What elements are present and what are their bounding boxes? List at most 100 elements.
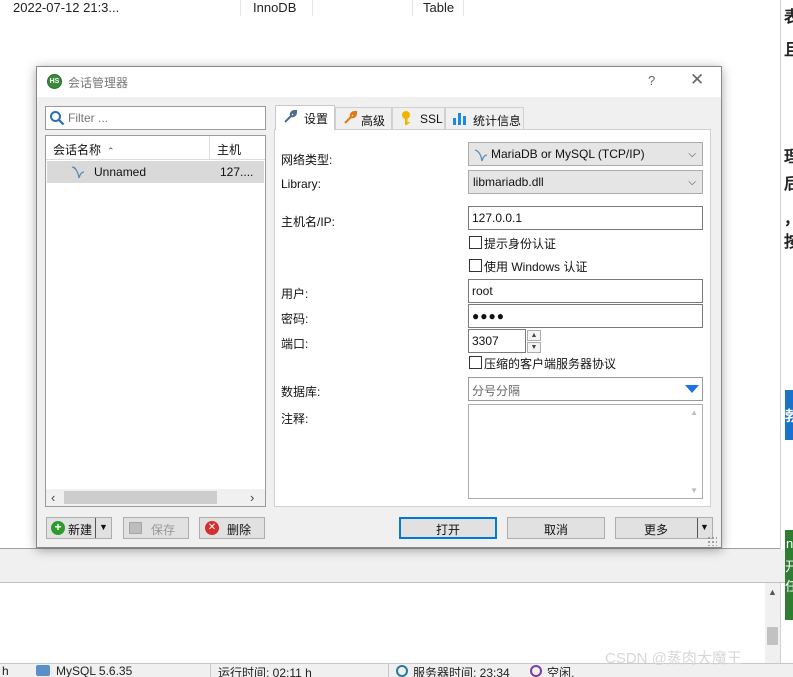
prompt-auth-label[interactable]: 提示身份认证 <box>484 235 556 252</box>
prompt-auth-checkbox[interactable] <box>469 236 482 249</box>
database-placeholder: 分号分隔 <box>472 384 521 398</box>
clock-icon <box>396 665 408 677</box>
horizontal-scrollbar[interactable]: ‹ › <box>46 489 265 506</box>
mariadb-seal-icon <box>71 166 85 179</box>
dropdown-triangle-icon[interactable] <box>685 385 699 393</box>
bar-chart-icon <box>452 110 468 129</box>
dialog-title: 会话管理器 <box>68 76 129 90</box>
filter-input[interactable] <box>68 109 258 127</box>
compressed-protocol-label[interactable]: 压缩的客户端服务器协议 <box>484 355 616 372</box>
scroll-left-arrow-icon[interactable]: ‹ <box>51 490 55 505</box>
background-blue-block: 勃 <box>785 390 793 440</box>
password-input[interactable]: ●●●● <box>468 304 703 328</box>
floppy-disk-icon <box>129 522 142 534</box>
delete-button[interactable]: ✕ 删除 <box>199 517 265 539</box>
plus-icon: + <box>51 521 65 535</box>
green-block-text: 开 <box>785 559 793 574</box>
table-date-cell: 2022-07-12 21:3... <box>13 0 120 15</box>
tab-label: 统计信息 <box>473 114 522 128</box>
library-value: libmariadb.dll <box>473 175 544 189</box>
split-divider <box>697 518 698 538</box>
cancel-button-label: 取消 <box>543 523 568 537</box>
close-icon[interactable]: ✕ <box>690 70 704 90</box>
library-label: Library: <box>281 177 322 191</box>
scroll-up-arrow-icon[interactable]: ▲ <box>768 587 777 597</box>
delete-x-icon: ✕ <box>205 521 219 535</box>
tab-label: SSL <box>420 112 443 126</box>
scroll-right-arrow-icon[interactable]: › <box>250 490 254 505</box>
comment-textarea[interactable]: ▲ ▼ <box>468 404 703 499</box>
more-button[interactable]: 更多 ▼ <box>615 517 713 539</box>
table-engine-cell: InnoDB <box>253 0 297 15</box>
right-panel-text: 且 <box>784 42 793 59</box>
heidisql-logo-icon: HS <box>47 74 62 89</box>
compressed-protocol-checkbox[interactable] <box>469 356 482 369</box>
dropdown-arrow-icon[interactable]: ▼ <box>700 522 709 532</box>
comment-label: 注释: <box>281 412 309 426</box>
column-header-label: 会话名称 <box>53 143 102 157</box>
column-divider <box>312 0 313 16</box>
port-input[interactable]: 3307 <box>468 329 526 353</box>
right-panel-text: 表 <box>784 9 793 26</box>
column-header-session-name[interactable]: 会话名称 ⌃ <box>46 136 210 160</box>
search-icon <box>50 111 65 126</box>
help-button[interactable]: ? <box>648 73 655 88</box>
network-type-label: 网络类型: <box>281 153 333 167</box>
network-type-select[interactable]: MariaDB or MySQL (TCP/IP) ⌵ <box>468 142 703 166</box>
status-divider <box>210 664 211 677</box>
database-input[interactable]: 分号分隔 <box>468 377 703 401</box>
column-divider <box>240 0 241 16</box>
background-vertical-scrollbar[interactable]: ▲ <box>765 583 780 663</box>
save-button-label: 保存 <box>151 523 176 537</box>
memo-scroll-up-icon: ▲ <box>690 408 698 417</box>
status-idle: 空闲. <box>547 666 575 677</box>
windows-auth-checkbox[interactable] <box>469 259 482 272</box>
session-host: 127.... <box>220 165 254 179</box>
windows-auth-label[interactable]: 使用 Windows 认证 <box>484 258 587 275</box>
chevron-down-icon: ⌵ <box>688 177 696 188</box>
tab-advanced[interactable]: 高级 <box>335 107 392 129</box>
tab-ssl[interactable]: SSL <box>392 107 445 129</box>
memo-scroll-down-icon: ▼ <box>690 486 698 495</box>
background-table-row: 2022-07-12 21:3... InnoDB Table <box>0 0 780 18</box>
save-button[interactable]: 保存 <box>123 517 189 539</box>
column-header-label: 主机 <box>217 143 242 157</box>
scroll-thumb[interactable] <box>767 627 778 645</box>
key-icon <box>399 110 413 129</box>
resize-grip-icon[interactable] <box>707 536 717 546</box>
library-select[interactable]: libmariadb.dll ⌵ <box>468 170 703 194</box>
chevron-down-icon: ⌵ <box>688 149 696 160</box>
tab-statistics[interactable]: 统计信息 <box>445 107 524 129</box>
cancel-button[interactable]: 取消 <box>507 517 605 539</box>
port-increment-icon[interactable]: ▲ <box>527 330 541 341</box>
watermark: CSDN @蒸肉大魔王 <box>605 650 742 667</box>
column-divider <box>412 0 413 16</box>
background-toolbar <box>0 549 785 583</box>
user-input[interactable]: root <box>468 279 703 303</box>
session-name: Unnamed <box>94 165 147 179</box>
host-input[interactable]: 127.0.0.1 <box>468 206 703 230</box>
database-label: 数据库: <box>281 385 321 399</box>
background-green-block: n 开 任 <box>785 530 793 620</box>
wrench-orange-icon <box>342 110 358 129</box>
tab-label: 设置 <box>304 112 329 126</box>
delete-button-label: 删除 <box>227 523 252 537</box>
right-panel-text: ， <box>784 205 793 229</box>
open-button[interactable]: 打开 <box>399 517 497 539</box>
tab-settings[interactable]: 设置 <box>275 105 335 130</box>
status-left-text: h <box>2 664 9 677</box>
session-manager-dialog: HS 会话管理器 ? ✕ 会话名称⌃ 主机 Unnamed 127... <box>36 66 722 548</box>
port-label: 端口: <box>281 337 309 351</box>
blue-block-text: 勃 <box>785 408 793 424</box>
port-decrement-icon[interactable]: ▼ <box>527 342 541 353</box>
session-list[interactable]: 会话名称 ⌃ 主机 Unnamed 127.... ‹ › <box>45 135 266 507</box>
session-filter[interactable] <box>45 106 266 130</box>
green-block-text: 任 <box>785 579 793 594</box>
dialog-titlebar[interactable]: HS 会话管理器 ? ✕ <box>37 67 721 97</box>
column-header-host[interactable]: 主机 <box>210 136 265 160</box>
network-type-value: MariaDB or MySQL (TCP/IP) <box>491 147 645 161</box>
dropdown-arrow-icon[interactable]: ▼ <box>99 522 108 532</box>
new-session-button[interactable]: + 新建 ▼ <box>46 517 112 539</box>
horizontal-scroll-thumb[interactable] <box>64 491 217 504</box>
session-row[interactable]: Unnamed 127.... <box>47 161 264 183</box>
